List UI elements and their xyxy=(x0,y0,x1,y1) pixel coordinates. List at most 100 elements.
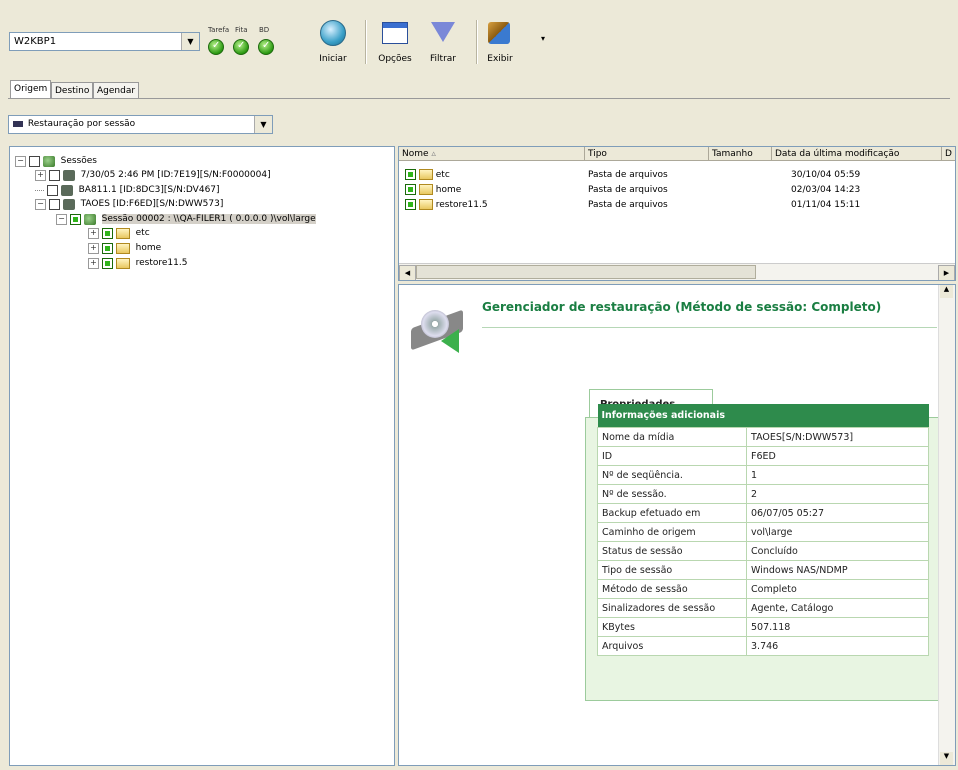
tree-item-session-00002[interactable]: − Sessão 00002 : \\QA-FILER1 ( 0.0.0.0 )… xyxy=(56,212,316,226)
property-value: F6ED xyxy=(746,446,929,466)
property-name: Nº de seqüência. xyxy=(597,465,747,485)
start-globe-icon[interactable] xyxy=(320,20,346,46)
checkbox[interactable] xyxy=(46,184,58,196)
property-value: Concluído xyxy=(746,541,929,561)
view-button[interactable]: Exibir xyxy=(480,54,520,64)
folder-icon xyxy=(115,257,130,269)
list-cell-date: 02/03/04 14:23 xyxy=(791,185,861,195)
session-icon xyxy=(13,120,23,127)
property-value: 06/07/05 05:27 xyxy=(746,503,929,523)
property-name: KBytes xyxy=(597,617,747,637)
start-button[interactable]: Iniciar xyxy=(313,54,353,64)
additional-info-table: Informações adicionais Nome da mídia TAOE… xyxy=(597,404,929,656)
column-header-modified[interactable]: Data da última modificação xyxy=(772,147,942,161)
view-icon[interactable] xyxy=(488,22,510,44)
tree-item-restore115[interactable]: + restore11.5 xyxy=(88,256,187,270)
table-row: Sinalizadores de sessão Agente, Catálogo xyxy=(597,598,929,618)
column-header-type[interactable]: Tipo xyxy=(585,147,709,161)
property-value: Completo xyxy=(746,579,929,599)
folder-icon xyxy=(115,227,130,239)
server-select[interactable]: W2KBP1 ▼ xyxy=(9,32,200,51)
checkbox-checked[interactable] xyxy=(101,242,113,254)
tab-origem[interactable]: Origem xyxy=(10,80,52,99)
expand-icon[interactable]: + xyxy=(35,169,46,181)
property-name: Nome da mídia xyxy=(597,427,747,447)
toolbar-separator xyxy=(476,20,478,64)
column-header-name[interactable]: Nome ▵ xyxy=(399,147,585,161)
toolbar-overflow-icon[interactable]: ▾ xyxy=(541,34,545,43)
checkbox[interactable] xyxy=(48,198,60,210)
filter-funnel-icon[interactable] xyxy=(431,22,455,42)
checkbox-checked[interactable] xyxy=(69,213,81,225)
scroll-right-icon[interactable]: ▶ xyxy=(938,265,955,280)
session-drive-icon xyxy=(83,213,96,225)
filter-button[interactable]: Filtrar xyxy=(423,54,463,64)
chevron-down-icon[interactable]: ▼ xyxy=(254,116,272,133)
options-window-icon[interactable] xyxy=(382,22,408,44)
checkbox[interactable] xyxy=(28,155,40,167)
chevron-down-icon[interactable]: ▼ xyxy=(181,33,199,50)
server-value: W2KBP1 xyxy=(14,36,57,47)
collapse-icon[interactable]: − xyxy=(15,155,26,167)
table-row: ID F6ED xyxy=(597,446,929,466)
tree-item-home[interactable]: + home xyxy=(88,241,161,255)
property-name: Nº de sessão. xyxy=(597,484,747,504)
restore-manager-title: Gerenciador de restauração (Método de se… xyxy=(482,300,882,314)
scroll-left-icon[interactable]: ◀ xyxy=(399,265,416,280)
session-tree: − Sessões + 7/30/05 2:46 PM [ID:7E19][S/… xyxy=(9,146,395,766)
checkbox-checked[interactable] xyxy=(405,169,416,180)
checkbox-checked[interactable] xyxy=(405,184,416,195)
tree-connector xyxy=(35,189,44,191)
list-item[interactable]: etc xyxy=(405,169,450,182)
scroll-down-icon[interactable]: ▼ xyxy=(940,752,953,765)
status-label-tape: Fita xyxy=(235,26,248,34)
column-header-d[interactable]: D xyxy=(942,147,955,161)
tape-icon xyxy=(62,198,75,210)
list-cell-type: Pasta de arquivos xyxy=(588,200,668,210)
list-item[interactable]: restore11.5 xyxy=(405,199,488,212)
table-row: Caminho de origem vol\large xyxy=(597,522,929,542)
expand-icon[interactable]: + xyxy=(88,257,99,269)
list-cell-date: 01/11/04 15:11 xyxy=(791,200,861,210)
property-name: Método de sessão xyxy=(597,579,747,599)
tree-item-sessions[interactable]: − Sessões xyxy=(15,154,97,168)
collapse-icon[interactable]: − xyxy=(56,213,67,225)
sessions-icon xyxy=(42,155,55,167)
options-button[interactable]: Opções xyxy=(375,54,415,64)
folder-icon xyxy=(418,199,433,210)
table-row: Método de sessão Completo xyxy=(597,579,929,599)
expand-icon[interactable]: + xyxy=(88,227,99,239)
restore-manager-icon xyxy=(411,305,471,355)
column-header-size[interactable]: Tamanho xyxy=(709,147,772,161)
property-value: 3.746 xyxy=(746,636,929,656)
tree-item-ba811[interactable]: BA811.1 [ID:8DC3][S/N:DV467] xyxy=(35,183,220,197)
tree-item-taoes[interactable]: − TAOES [ID:F6ED][S/N:DWW573] xyxy=(35,197,223,211)
tab-agendar[interactable]: Agendar xyxy=(93,82,140,99)
table-row: Backup efetuado em 06/07/05 05:27 xyxy=(597,503,929,523)
checkbox-checked[interactable] xyxy=(101,227,113,239)
tab-destino[interactable]: Destino xyxy=(51,82,94,99)
scroll-up-icon[interactable]: ▲ xyxy=(940,285,953,298)
list-cell-type: Pasta de arquivos xyxy=(588,170,668,180)
tree-item-etc[interactable]: + etc xyxy=(88,226,150,240)
db-status-icon xyxy=(258,39,274,55)
expand-icon[interactable]: + xyxy=(88,242,99,254)
table-header: Informações adicionais xyxy=(597,404,929,428)
collapse-icon[interactable]: − xyxy=(35,198,46,210)
checkbox-checked[interactable] xyxy=(405,199,416,210)
scroll-thumb[interactable] xyxy=(416,265,756,279)
tape-icon xyxy=(60,184,73,196)
property-name: Arquivos xyxy=(597,636,747,656)
list-item[interactable]: home xyxy=(405,184,461,197)
property-value: vol\large xyxy=(746,522,929,542)
horizontal-scrollbar[interactable]: ◀ ▶ xyxy=(399,263,955,280)
checkbox-checked[interactable] xyxy=(101,257,113,269)
tree-item-session-date[interactable]: + 7/30/05 2:46 PM [ID:7E19][S/N:F0000004… xyxy=(35,168,271,182)
toolbar-separator xyxy=(365,20,367,64)
vertical-scrollbar[interactable]: ▲ ▼ xyxy=(938,285,955,765)
checkbox[interactable] xyxy=(48,169,60,181)
property-value: 2 xyxy=(746,484,929,504)
list-cell-date: 30/10/04 05:59 xyxy=(791,170,861,180)
restore-method-value: Restauração por sessão xyxy=(13,119,135,129)
restore-method-select[interactable]: Restauração por sessão ▼ xyxy=(8,115,273,134)
